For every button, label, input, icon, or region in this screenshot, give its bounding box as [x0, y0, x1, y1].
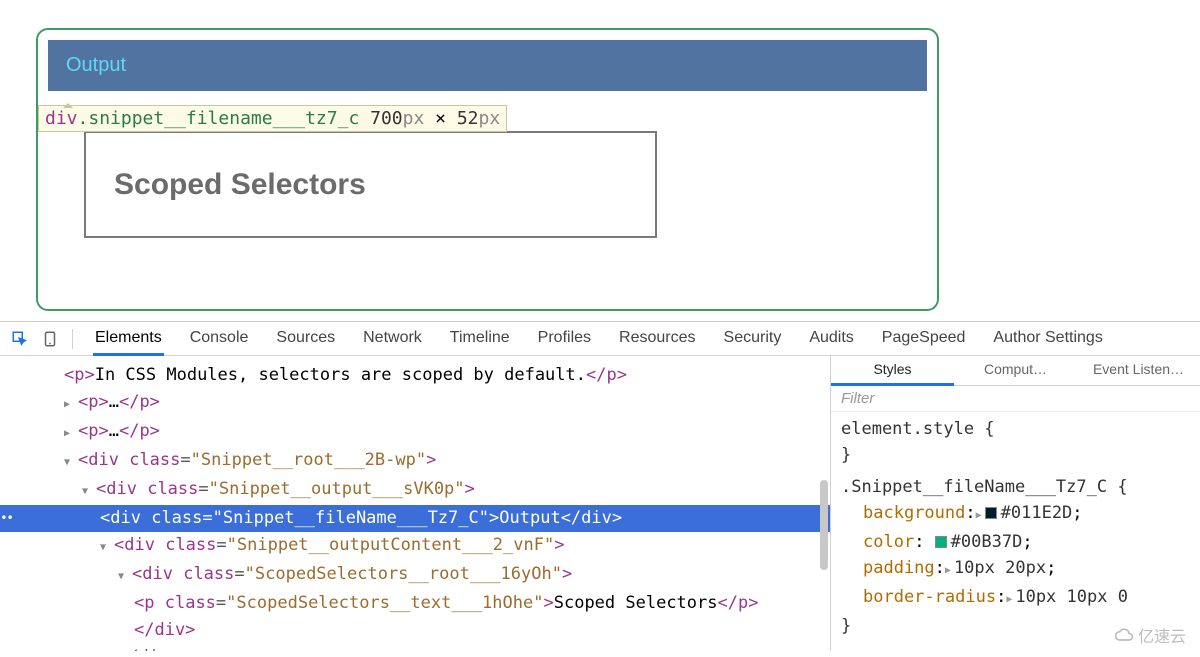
chevron-right-icon[interactable] — [64, 418, 78, 447]
tooltip-unit-h: px — [479, 108, 501, 129]
tab-security[interactable]: Security — [722, 323, 784, 355]
css-rule-border-radius[interactable]: border-radius:▶10px 10px 0 — [841, 584, 1190, 613]
toolbar-separator — [72, 329, 73, 349]
tooltip-unit-w: px — [403, 108, 425, 129]
cloud-icon — [1114, 625, 1134, 645]
tooltip-width: 700 — [370, 108, 403, 129]
styles-panel: Styles Comput… Event Listen… Filter elem… — [830, 356, 1200, 651]
expand-triangle-icon[interactable]: ▶ — [945, 565, 951, 576]
scrollbar-thumb[interactable] — [820, 480, 828, 570]
close-brace: } — [841, 442, 1190, 468]
device-icon[interactable] — [38, 327, 62, 351]
tab-network[interactable]: Network — [361, 323, 424, 355]
inspect-tooltip: div.snippet__filename___tz7_c 700px × 52… — [38, 105, 507, 132]
dom-node-p-collapsed[interactable]: <p>…</p> — [0, 418, 830, 447]
dom-node-snippet-output[interactable]: <div class=Snippet__output___sVK0p> — [0, 476, 830, 505]
dom-node-snippet-filename-selected[interactable]: <div class=Snippet__fileName___Tz7_C>Out… — [0, 505, 830, 532]
scoped-selectors-box: Scoped Selectors — [84, 131, 657, 238]
watermark: 亿速云 — [1114, 623, 1186, 647]
side-tab-styles[interactable]: Styles — [831, 356, 954, 386]
dom-node-scoped-root[interactable]: <div class=ScopedSelectors__root___16yOh… — [0, 561, 830, 590]
dom-node-output-content[interactable]: <div class=Snippet__outputContent___2_vn… — [0, 532, 830, 561]
css-rule-padding[interactable]: padding:▶10px 20px; — [841, 555, 1190, 584]
snippet-root: Output div.snippet__filename___tz7_c 700… — [36, 28, 939, 311]
chevron-down-icon[interactable] — [118, 561, 132, 590]
scoped-selectors-title: Scoped Selectors — [114, 168, 366, 202]
tab-author-settings[interactable]: Author Settings — [991, 323, 1104, 355]
chevron-right-icon[interactable] — [64, 389, 78, 418]
tab-sources[interactable]: Sources — [274, 323, 337, 355]
side-tab-event-listeners[interactable]: Event Listen… — [1077, 356, 1200, 385]
devtools-panels: <p>In CSS Modules, selectors are scoped … — [0, 356, 1200, 651]
devtools: Elements Console Sources Network Timelin… — [0, 321, 1200, 651]
tab-audits[interactable]: Audits — [807, 323, 855, 355]
rule-selector[interactable]: .Snippet__fileName___Tz7_C { — [841, 474, 1190, 500]
dom-close-div[interactable]: </div> — [0, 617, 830, 644]
dom-node-p-text[interactable]: <p>In CSS Modules, selectors are scoped … — [0, 362, 830, 389]
snippet-filename-bar[interactable]: Output — [48, 40, 927, 91]
expand-triangle-icon[interactable]: ▶ — [1006, 594, 1012, 605]
tab-console[interactable]: Console — [188, 323, 251, 355]
devtools-tabs: Elements Console Sources Network Timelin… — [83, 323, 1105, 355]
tooltip-sep: × — [424, 108, 457, 129]
tab-elements[interactable]: Elements — [93, 323, 164, 356]
dom-node-snippet-root[interactable]: <div class=Snippet__root___2B-wp> — [0, 447, 830, 476]
tooltip-height: 52 — [457, 108, 479, 129]
chevron-down-icon[interactable] — [82, 476, 96, 505]
color-swatch[interactable] — [985, 507, 997, 519]
tab-timeline[interactable]: Timeline — [448, 323, 512, 355]
css-rule-color[interactable]: color: #00B37D; — [841, 529, 1190, 555]
tab-resources[interactable]: Resources — [617, 323, 697, 355]
dom-node-p-collapsed[interactable]: <p>…</p> — [0, 389, 830, 418]
tab-profiles[interactable]: Profiles — [536, 323, 593, 355]
chevron-down-icon[interactable] — [64, 447, 78, 476]
dom-tree[interactable]: <p>In CSS Modules, selectors are scoped … — [0, 356, 830, 651]
css-rule-background[interactable]: background:▶#011E2D; — [841, 500, 1190, 529]
expand-triangle-icon[interactable]: ▶ — [976, 510, 982, 521]
tab-pagespeed[interactable]: PageSpeed — [880, 323, 968, 355]
chevron-down-icon[interactable] — [100, 532, 114, 561]
inspect-icon[interactable] — [8, 327, 32, 351]
dom-close-div[interactable]: </div> — [0, 644, 830, 651]
styles-rules[interactable]: element.style { } .Snippet__fileName___T… — [831, 412, 1200, 651]
devtools-toolbar: Elements Console Sources Network Timelin… — [0, 322, 1200, 356]
rendered-preview: Output div.snippet__filename___tz7_c 700… — [0, 0, 1200, 321]
tooltip-class: .snippet__filename___tz7_c — [78, 108, 360, 129]
side-tab-computed[interactable]: Comput… — [954, 356, 1077, 385]
element-style-selector[interactable]: element.style { — [841, 416, 1190, 442]
color-swatch[interactable] — [935, 536, 947, 548]
tooltip-tag: div — [45, 108, 78, 129]
styles-filter[interactable]: Filter — [831, 386, 1200, 412]
styles-tabs: Styles Comput… Event Listen… — [831, 356, 1200, 386]
dom-node-scoped-text[interactable]: <p class=ScopedSelectors__text___1hOhe>S… — [0, 590, 830, 617]
